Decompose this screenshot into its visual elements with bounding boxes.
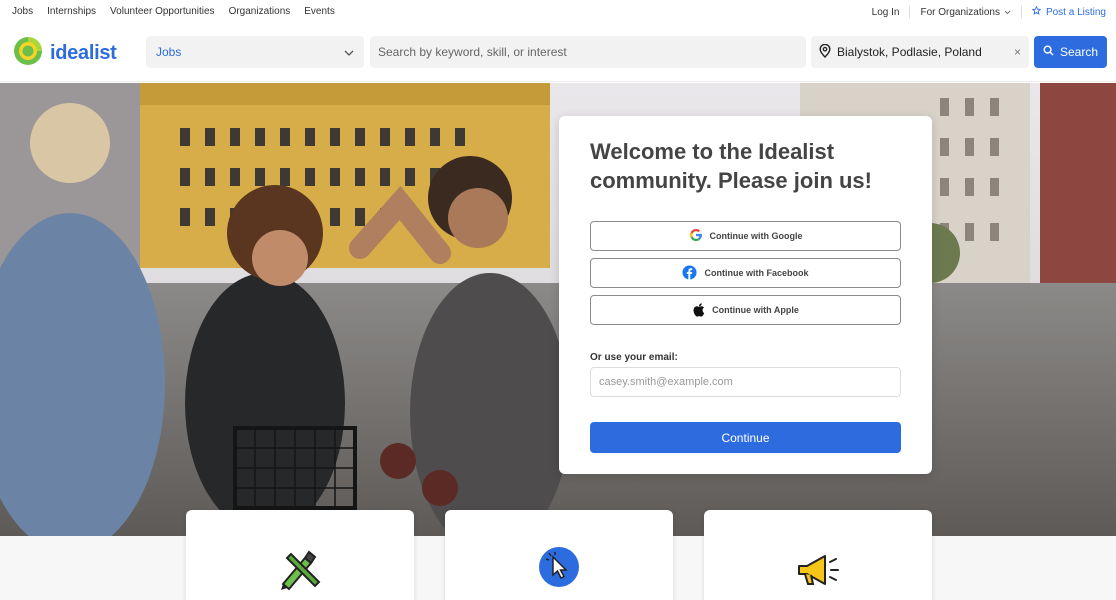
nav-events[interactable]: Events [304,6,335,17]
feature-card-1 [186,510,414,600]
nav-organizations[interactable]: Organizations [229,6,291,17]
chevron-down-icon [1004,7,1011,18]
chevron-down-icon [344,45,354,59]
keyword-placeholder: Search by keyword, skill, or interest [378,45,567,59]
search-label: Search [1059,45,1099,59]
continue-with-apple-button[interactable]: Continue with Apple [590,295,901,325]
apple-label: Continue with Apple [712,305,799,315]
search-type-select[interactable]: Jobs [146,36,364,68]
email-label: Or use your email: [590,352,678,363]
keyword-search-input[interactable]: Search by keyword, skill, or interest [370,36,806,68]
login-link[interactable]: Log In [872,7,900,18]
location-input[interactable]: Bialystok, Podlasie, Poland × [811,36,1029,68]
continue-with-google-button[interactable]: Continue with Google [590,221,901,251]
email-placeholder: casey.smith@example.com [599,376,733,388]
continue-with-facebook-button[interactable]: Continue with Facebook [590,258,901,288]
feature-card-2 [445,510,673,600]
apple-icon [692,302,705,319]
post-listing-link[interactable]: Post a Listing [1031,5,1106,18]
for-organizations-menu[interactable]: For Organizations [920,6,1011,18]
continue-label: Continue [721,430,770,445]
search-header: idealist Jobs Search by keyword, skill, … [0,24,1116,82]
signup-card: Welcome to the Idealist community. Pleas… [559,116,932,474]
ruler-pencil-icon [275,544,325,600]
google-label: Continue with Google [709,231,803,241]
megaphone-icon [793,544,843,600]
logo-icon [12,35,44,72]
search-icon [1043,45,1054,59]
for-organizations-label: For Organizations [920,6,1000,18]
google-icon [689,228,703,244]
search-type-value: Jobs [156,45,182,59]
idealist-logo[interactable]: idealist [12,35,117,72]
location-value: Bialystok, Podlasie, Poland [837,45,982,59]
search-button[interactable]: Search [1034,36,1107,68]
divider [909,6,911,18]
star-icon [1031,5,1042,18]
logo-text: idealist [50,42,117,64]
map-pin-icon [819,43,831,61]
facebook-icon [682,264,698,282]
top-nav: Jobs Internships Volunteer Opportunities… [12,6,335,17]
continue-button[interactable]: Continue [590,422,901,453]
hero-photo [0,83,1116,536]
feature-card-3 [704,510,932,600]
post-listing-label: Post a Listing [1045,6,1106,18]
facebook-label: Continue with Facebook [704,268,809,278]
top-utility-bar: Jobs Internships Volunteer Opportunities… [0,0,1116,24]
nav-volunteer[interactable]: Volunteer Opportunities [110,6,215,17]
signup-title: Welcome to the Idealist community. Pleas… [590,139,872,193]
top-right-actions: Log In For Organizations Post a Listing [872,5,1106,18]
clear-location-button[interactable]: × [1014,45,1021,59]
email-field[interactable]: casey.smith@example.com [590,367,901,397]
divider [1020,6,1022,18]
nav-jobs[interactable]: Jobs [12,6,33,17]
cursor-click-icon [536,544,582,600]
nav-internships[interactable]: Internships [47,6,96,17]
